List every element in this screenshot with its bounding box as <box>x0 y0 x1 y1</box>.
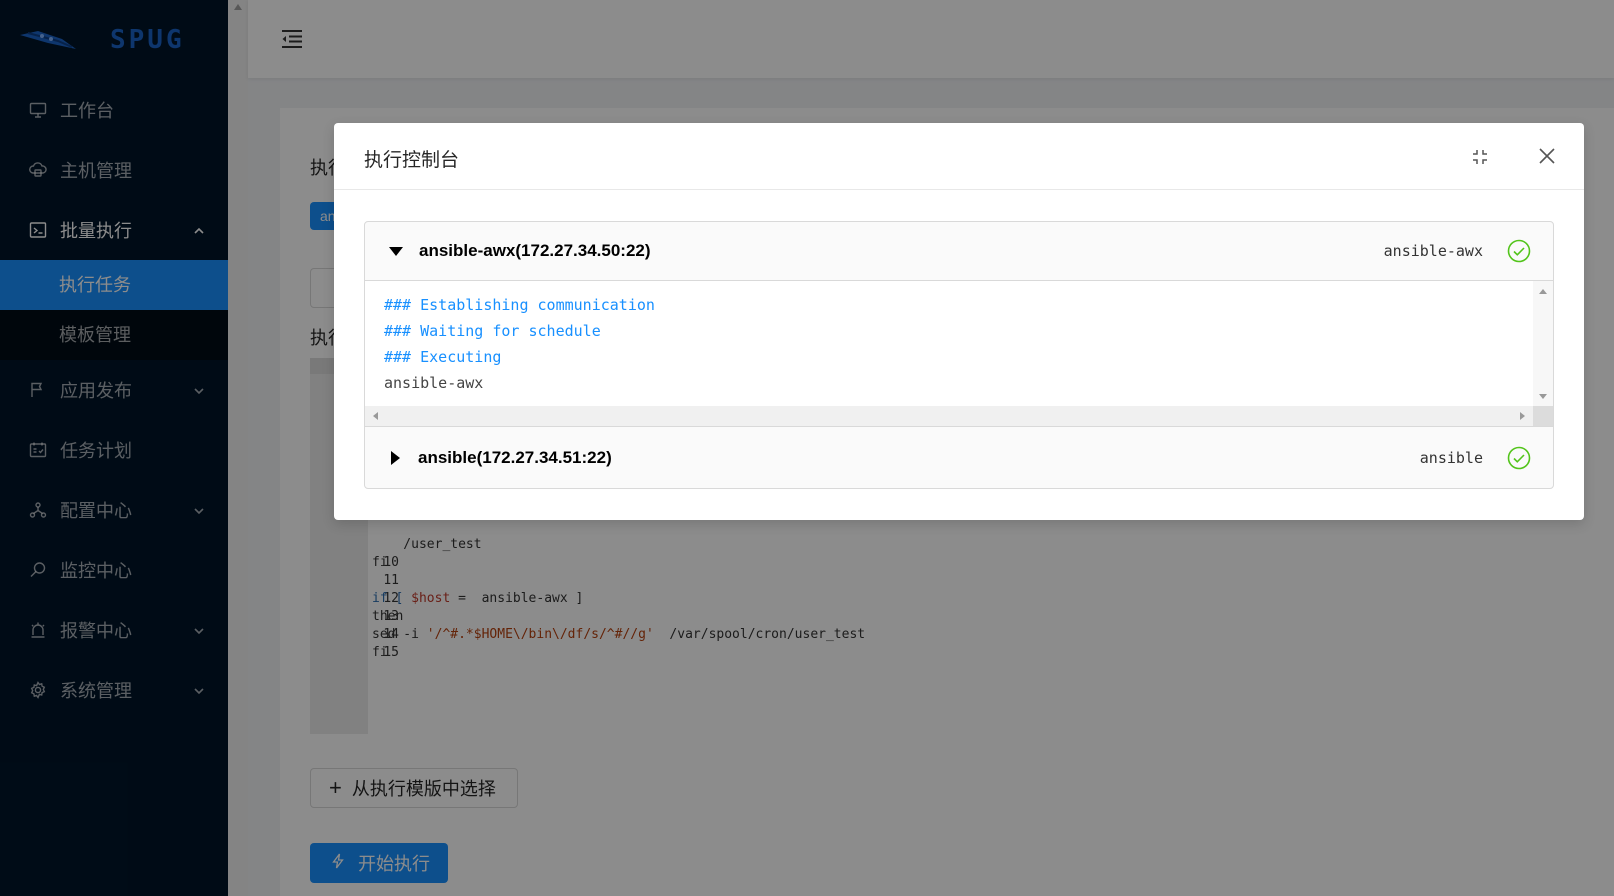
exec-console-modal: 执行控制台 ansible-awx(172.27.34.50:22) ansib… <box>334 123 1584 520</box>
close-icon[interactable] <box>1538 147 1556 165</box>
output-vertical-scrollbar[interactable] <box>1533 281 1553 407</box>
output-line: ### Waiting for schedule <box>384 322 601 340</box>
host-output-collapse: ansible-awx(172.27.34.50:22) ansible-awx… <box>364 221 1554 489</box>
caret-right-icon <box>391 451 400 465</box>
scrollbar-corner <box>1533 406 1553 426</box>
output-horizontal-scrollbar[interactable] <box>365 406 1533 426</box>
caret-down-icon <box>389 246 403 256</box>
check-circle-icon <box>1507 446 1531 470</box>
output-line: ansible-awx <box>384 374 484 392</box>
panel-output[interactable]: ### Establishing communication ### Waiti… <box>365 280 1553 427</box>
check-circle-icon <box>1507 239 1531 263</box>
output-line: ### Executing <box>384 348 502 366</box>
panel-host-name: ansible-awx <box>1383 242 1483 260</box>
output-line: ### Establishing communication <box>384 296 655 314</box>
modal-header: 执行控制台 <box>334 123 1584 190</box>
panel-host: ansible(172.27.34.51:22) <box>418 448 612 467</box>
panel-header-ansible[interactable]: ansible(172.27.34.51:22) ansible <box>365 429 1553 487</box>
panel-host: ansible-awx(172.27.34.50:22) <box>419 241 651 260</box>
panel-host-name: ansible <box>1419 449 1483 467</box>
modal-title: 执行控制台 <box>364 150 460 171</box>
panel-header-ansible-awx[interactable]: ansible-awx(172.27.34.50:22) ansible-awx <box>365 222 1553 280</box>
fullscreen-exit-icon[interactable] <box>1472 149 1488 165</box>
